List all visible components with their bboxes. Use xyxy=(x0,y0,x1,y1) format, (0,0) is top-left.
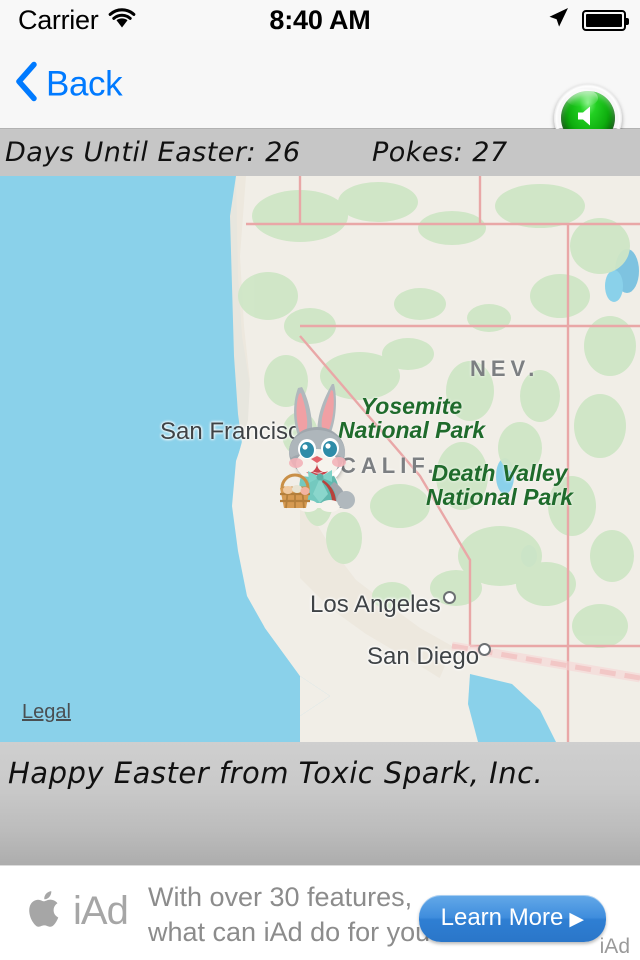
chevron-left-icon xyxy=(14,61,38,108)
days-until-easter-label: Days Until Easter: 26 xyxy=(5,137,301,168)
navigation-bar: Back xyxy=(0,40,640,152)
iad-copy-line1: With over 30 features, xyxy=(148,882,413,912)
map-view[interactable]: San Francisco Los Angeles San Diego NEV.… xyxy=(0,176,640,742)
iad-brand: iAd xyxy=(28,888,129,935)
map-city-dot-los-angeles xyxy=(443,591,456,604)
map-city-dot-san-diego xyxy=(478,643,491,656)
location-arrow-icon xyxy=(545,5,571,36)
pokes-counter-label: Pokes: 27 xyxy=(372,137,508,168)
iad-brand-label: iAd xyxy=(73,889,129,933)
apple-logo-icon xyxy=(28,888,64,935)
status-bar-right xyxy=(545,0,629,40)
back-button[interactable]: Back xyxy=(14,61,123,108)
iad-copy-line2: what can iAd do for you? xyxy=(148,916,446,947)
map-legal-link[interactable]: Legal xyxy=(22,701,71,724)
greeting-panel: Happy Easter from Toxic Spark, Inc. xyxy=(0,742,640,865)
easter-bunny-sprite[interactable] xyxy=(268,382,372,512)
clock-label: 8:40 AM xyxy=(269,4,371,35)
back-button-label: Back xyxy=(46,64,123,103)
greeting-text: Happy Easter from Toxic Spark, Inc. xyxy=(8,756,544,790)
learn-more-label: Learn More xyxy=(440,904,564,931)
learn-more-button[interactable]: Learn More ▶ xyxy=(418,895,606,942)
status-bar: Carrier 8:40 AM xyxy=(0,0,640,40)
iad-banner[interactable]: iAd With over 30 features, what can iAd … xyxy=(0,865,640,960)
app-screen: Carrier 8:40 AM Back Days Until Easter: … xyxy=(0,0,640,960)
battery-full-icon xyxy=(582,9,629,31)
iad-corner-tag: iAd xyxy=(599,935,630,958)
game-info-bar: Days Until Easter: 26 Pokes: 27 xyxy=(0,129,640,176)
chevron-right-icon: ▶ xyxy=(569,909,584,930)
iad-copy: With over 30 features, what can iAd do f… xyxy=(148,880,445,949)
